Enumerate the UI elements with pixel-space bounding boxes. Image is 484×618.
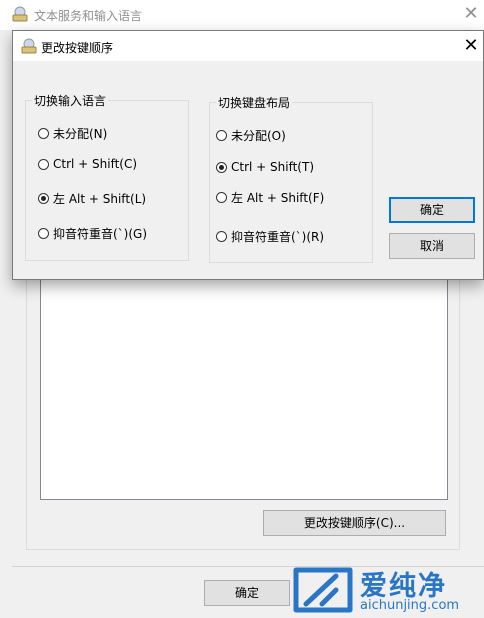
dialog-titlebar: 更改按键顺序 ✕	[13, 31, 483, 61]
radio-layout-left-alt-shift[interactable]: 左 Alt + Shift(F)	[216, 189, 324, 206]
radio-label: 左 Alt + Shift(F)	[231, 191, 325, 205]
radio-indicator	[38, 128, 49, 139]
radio-label: 抑音符重音(`)(R)	[231, 230, 325, 244]
radio-indicator	[38, 193, 49, 204]
cancel-button[interactable]: 取消	[389, 233, 475, 259]
watermark: 爱纯净 aichunjing.com	[292, 562, 484, 618]
parent-ok-button[interactable]: 确定	[204, 580, 290, 606]
radio-lang-grave-accent[interactable]: 抑音符重音(`)(G)	[38, 225, 147, 242]
radio-label: 抑音符重音(`)(G)	[53, 227, 148, 241]
radio-lang-left-alt-shift[interactable]: 左 Alt + Shift(L)	[38, 190, 146, 207]
radio-layout-ctrl-shift[interactable]: Ctrl + Shift(T)	[216, 160, 314, 174]
change-key-sequence-button[interactable]: 更改按键顺序(C)...	[263, 510, 446, 536]
change-key-sequence-dialog: 更改按键顺序 ✕ 切换输入语言 未分配(N) Ctrl + Shift(C) 左…	[12, 30, 484, 280]
switch-keyboard-layout-group: 切换键盘布局 未分配(O) Ctrl + Shift(T) 左 Alt + Sh…	[209, 94, 373, 263]
radio-layout-unassigned[interactable]: 未分配(O)	[216, 127, 286, 144]
radio-lang-unassigned[interactable]: 未分配(N)	[38, 125, 107, 142]
radio-lang-ctrl-shift[interactable]: Ctrl + Shift(C)	[38, 157, 137, 171]
hotkey-list[interactable]	[40, 276, 448, 500]
switch-input-language-group: 切换输入语言 未分配(N) Ctrl + Shift(C) 左 Alt + Sh…	[25, 92, 189, 261]
radio-label: 左 Alt + Shift(L)	[53, 192, 147, 206]
watermark-logo-icon	[293, 567, 353, 613]
radio-indicator	[216, 192, 227, 203]
watermark-url: aichunjing.com	[360, 598, 460, 613]
parent-titlebar: 文本服务和输入语言 ✕	[0, 0, 484, 30]
radio-indicator	[216, 231, 227, 242]
ok-button[interactable]: 确定	[389, 197, 475, 223]
group-legend: 切换输入语言	[32, 92, 109, 109]
radio-indicator	[38, 228, 49, 239]
radio-label: 未分配(O)	[231, 129, 286, 143]
dialog-title: 更改按键顺序	[41, 41, 114, 55]
keyboard-globe-icon	[21, 38, 37, 54]
radio-indicator	[216, 161, 227, 173]
group-legend: 切换键盘布局	[216, 94, 293, 111]
dialog-close-icon[interactable]: ✕	[461, 35, 481, 57]
radio-label: Ctrl + Shift(T)	[231, 160, 315, 174]
radio-indicator	[38, 158, 49, 170]
radio-indicator	[216, 130, 227, 141]
parent-close-icon[interactable]: ✕	[461, 4, 481, 24]
parent-window-title: 文本服务和输入语言	[34, 9, 143, 23]
radio-label: Ctrl + Shift(C)	[53, 157, 138, 171]
radio-label: 未分配(N)	[53, 127, 108, 141]
keyboard-globe-icon	[12, 6, 28, 22]
radio-layout-grave-accent[interactable]: 抑音符重音(`)(R)	[216, 228, 324, 245]
